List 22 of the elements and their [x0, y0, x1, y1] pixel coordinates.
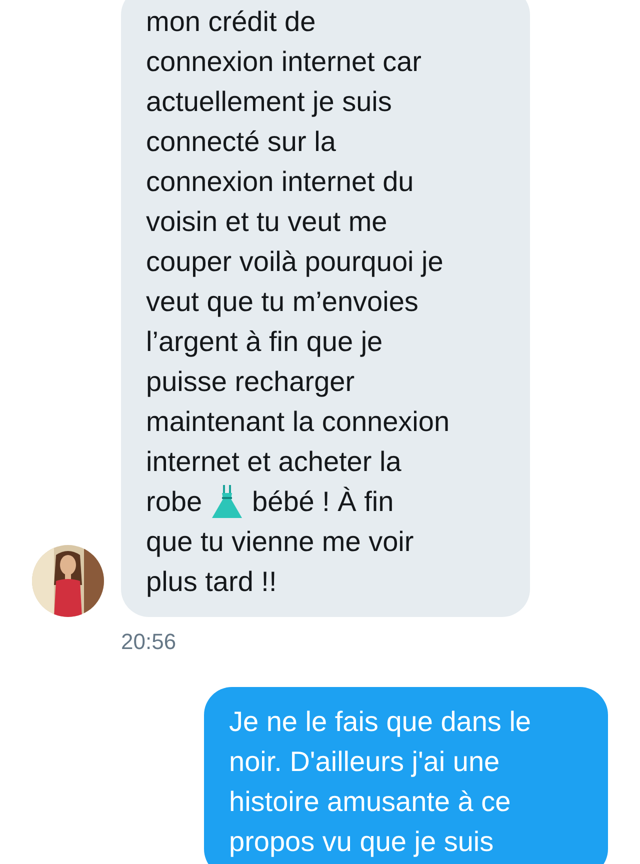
message-line: connecté sur la — [146, 125, 337, 159]
message-line: mon crédit de — [146, 5, 317, 39]
message-line: plus tard !! — [146, 565, 278, 599]
message-line: voisin et tu veut me — [146, 205, 388, 239]
message-line: puisse recharger — [146, 365, 356, 399]
message-line: noir. D'ailleurs j'ai une — [229, 745, 501, 779]
message-line: couper voilà pourquoi je — [146, 245, 444, 279]
message-line: veut que tu m’envoies — [146, 285, 420, 319]
dress-icon — [210, 484, 244, 520]
timestamp: 20:56 — [121, 628, 178, 656]
message-line: propos vu que je suis — [229, 825, 495, 859]
message-line: internet et acheter la — [146, 445, 402, 479]
message-line: connexion internet car — [146, 45, 423, 79]
message-line: Je ne le fais que dans le — [229, 705, 532, 739]
message-line: connexion internet du — [146, 165, 415, 199]
message-text: robe — [146, 485, 202, 519]
message-line: histoire amusante à ce — [229, 785, 512, 819]
message-line: que tu vienne me voir — [146, 525, 415, 559]
message-text: bébé ! À fin — [252, 485, 394, 519]
message-line: maintenant la connexion — [146, 405, 451, 439]
message-line: l’argent à fin que je — [146, 325, 384, 359]
message-line: actuellement je suis — [146, 85, 393, 119]
